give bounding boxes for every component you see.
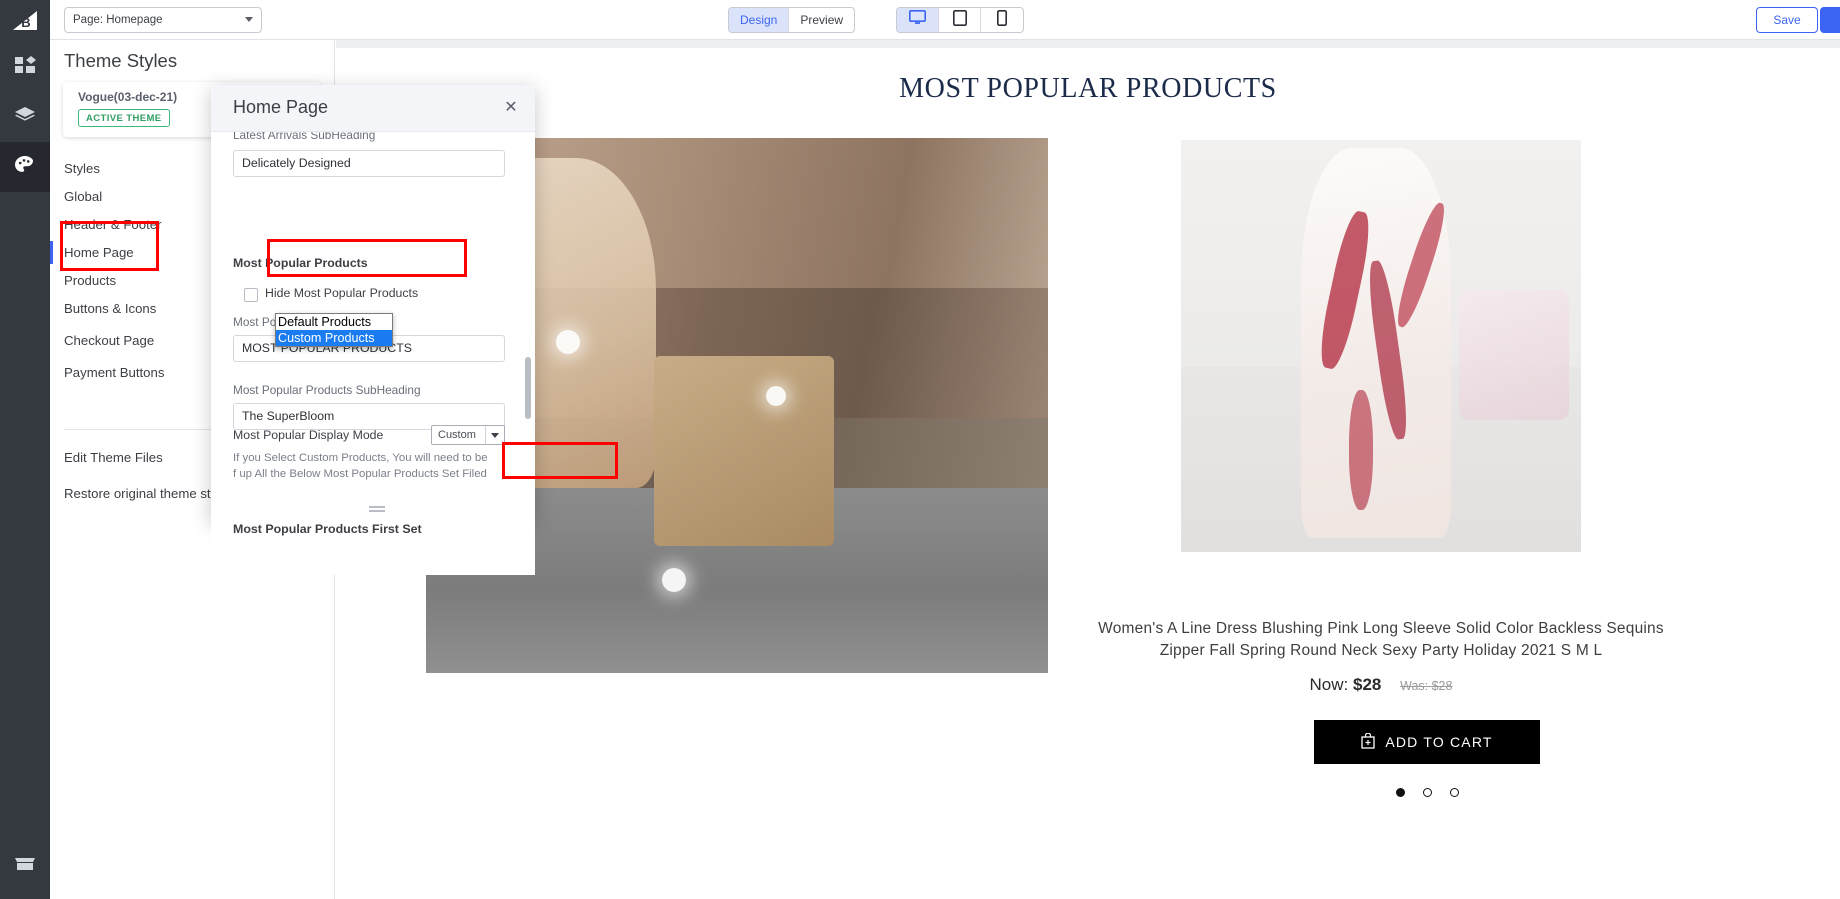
display-mode-options-list[interactable]: Default Products Custom Products (275, 313, 393, 347)
sidebar-item-layers[interactable] (0, 92, 50, 142)
sidebar-item-apps[interactable] (0, 42, 50, 92)
bigcommerce-logo[interactable]: B (0, 0, 50, 42)
hide-most-popular-products-label: Hide Most Popular Products (265, 286, 419, 300)
tab-preview[interactable]: Preview (789, 8, 854, 32)
sidebar-item-theme-styles[interactable] (0, 142, 50, 192)
most-popular-products-heading: Most Popular Products (233, 256, 368, 270)
chevron-down-icon (485, 426, 504, 444)
hide-most-popular-products-checkbox[interactable] (244, 288, 258, 302)
latest-arrivals-subheading-input[interactable]: Delicately Designed (233, 150, 505, 177)
modal-header: Home Page ✕ (211, 85, 535, 132)
desktop-icon (909, 10, 926, 30)
most-popular-subheading-label: Most Popular Products SubHeading (233, 383, 421, 397)
tab-design[interactable]: Design (729, 8, 790, 32)
preview-viewport: MOST POPULAR PRODUCTS Women's A Line Dre… (336, 40, 1840, 899)
hotspot-2[interactable] (766, 386, 786, 406)
icon-rail: B (0, 0, 50, 899)
mode-toggle-group: Design Preview (728, 7, 856, 33)
price-was-label: Was: (1400, 679, 1429, 693)
carousel-dot-2[interactable] (1422, 788, 1432, 797)
display-mode-value: Custom (438, 429, 476, 441)
save-button[interactable]: Save (1756, 7, 1818, 33)
add-to-cart-button[interactable]: ADD TO CART (1314, 720, 1540, 764)
add-to-cart-label: ADD TO CART (1385, 734, 1493, 750)
product-image (1181, 140, 1581, 552)
price-was: Was: $28 (1400, 679, 1452, 693)
palette-icon (14, 155, 36, 180)
mobile-icon (997, 9, 1007, 31)
carousel-dot-1[interactable] (1395, 788, 1405, 797)
hotspot-3[interactable] (662, 568, 686, 592)
top-toolbar: Page: Homepage Design Preview Save (50, 0, 1840, 40)
page-select-dropdown[interactable]: Page: Homepage (64, 7, 262, 33)
device-mobile-button[interactable] (981, 8, 1023, 32)
price-now-label: Now: (1309, 675, 1349, 694)
chevron-down-icon (245, 17, 253, 22)
status-badge: ACTIVE THEME (78, 109, 170, 127)
latest-arrivals-subheading-label: Latest Arrivals SubHeading (233, 132, 376, 142)
preview-section-title: MOST POPULAR PRODUCTS (899, 73, 1277, 104)
hotspot-1[interactable] (556, 330, 580, 354)
carousel-dot-3[interactable] (1449, 788, 1459, 797)
display-mode-help-text: If you Select Custom Products, You will … (233, 452, 488, 480)
storefront-preview: MOST POPULAR PRODUCTS Women's A Line Dre… (336, 48, 1840, 899)
publish-button[interactable] (1820, 7, 1840, 33)
price-row: Now: $28 Was: $28 (1096, 675, 1666, 695)
home-page-settings-modal: Home Page ✕ Latest Arrivals SubHeading D… (211, 85, 535, 575)
product-name: Women's A Line Dress Blushing Pink Long … (1098, 620, 1664, 659)
layers-icon (14, 106, 36, 129)
storefront-icon (14, 855, 36, 877)
apps-icon (14, 55, 36, 79)
option-default-products[interactable]: Default Products (276, 314, 392, 330)
theme-name: Vogue(03-dec-21) (78, 90, 178, 104)
device-desktop-button[interactable] (897, 8, 939, 32)
option-custom-products[interactable]: Custom Products (276, 330, 392, 346)
display-mode-label: Most Popular Display Mode (233, 428, 384, 442)
price-was-value: $28 (1431, 679, 1453, 693)
carousel-dots (1314, 788, 1540, 797)
cart-icon (1361, 732, 1375, 752)
tablet-icon (952, 9, 967, 31)
page-title: Theme Styles (64, 50, 178, 71)
close-icon[interactable]: ✕ (501, 97, 521, 117)
modal-resize-grip[interactable] (369, 506, 385, 513)
page-select-value: Page: Homepage (73, 14, 163, 26)
price-now: Now: $28 (1310, 675, 1387, 694)
price-now-value: $28 (1353, 675, 1382, 694)
modal-scrollbar[interactable] (525, 357, 531, 419)
most-popular-first-set-heading: Most Popular Products First Set (233, 522, 422, 536)
svg-text:B: B (21, 15, 30, 30)
display-mode-select[interactable]: Custom (431, 425, 505, 445)
device-tablet-button[interactable] (939, 8, 981, 32)
sidebar-item-storefront[interactable] (0, 855, 50, 877)
device-toggle-group (896, 7, 1024, 33)
modal-title: Home Page (233, 97, 329, 117)
